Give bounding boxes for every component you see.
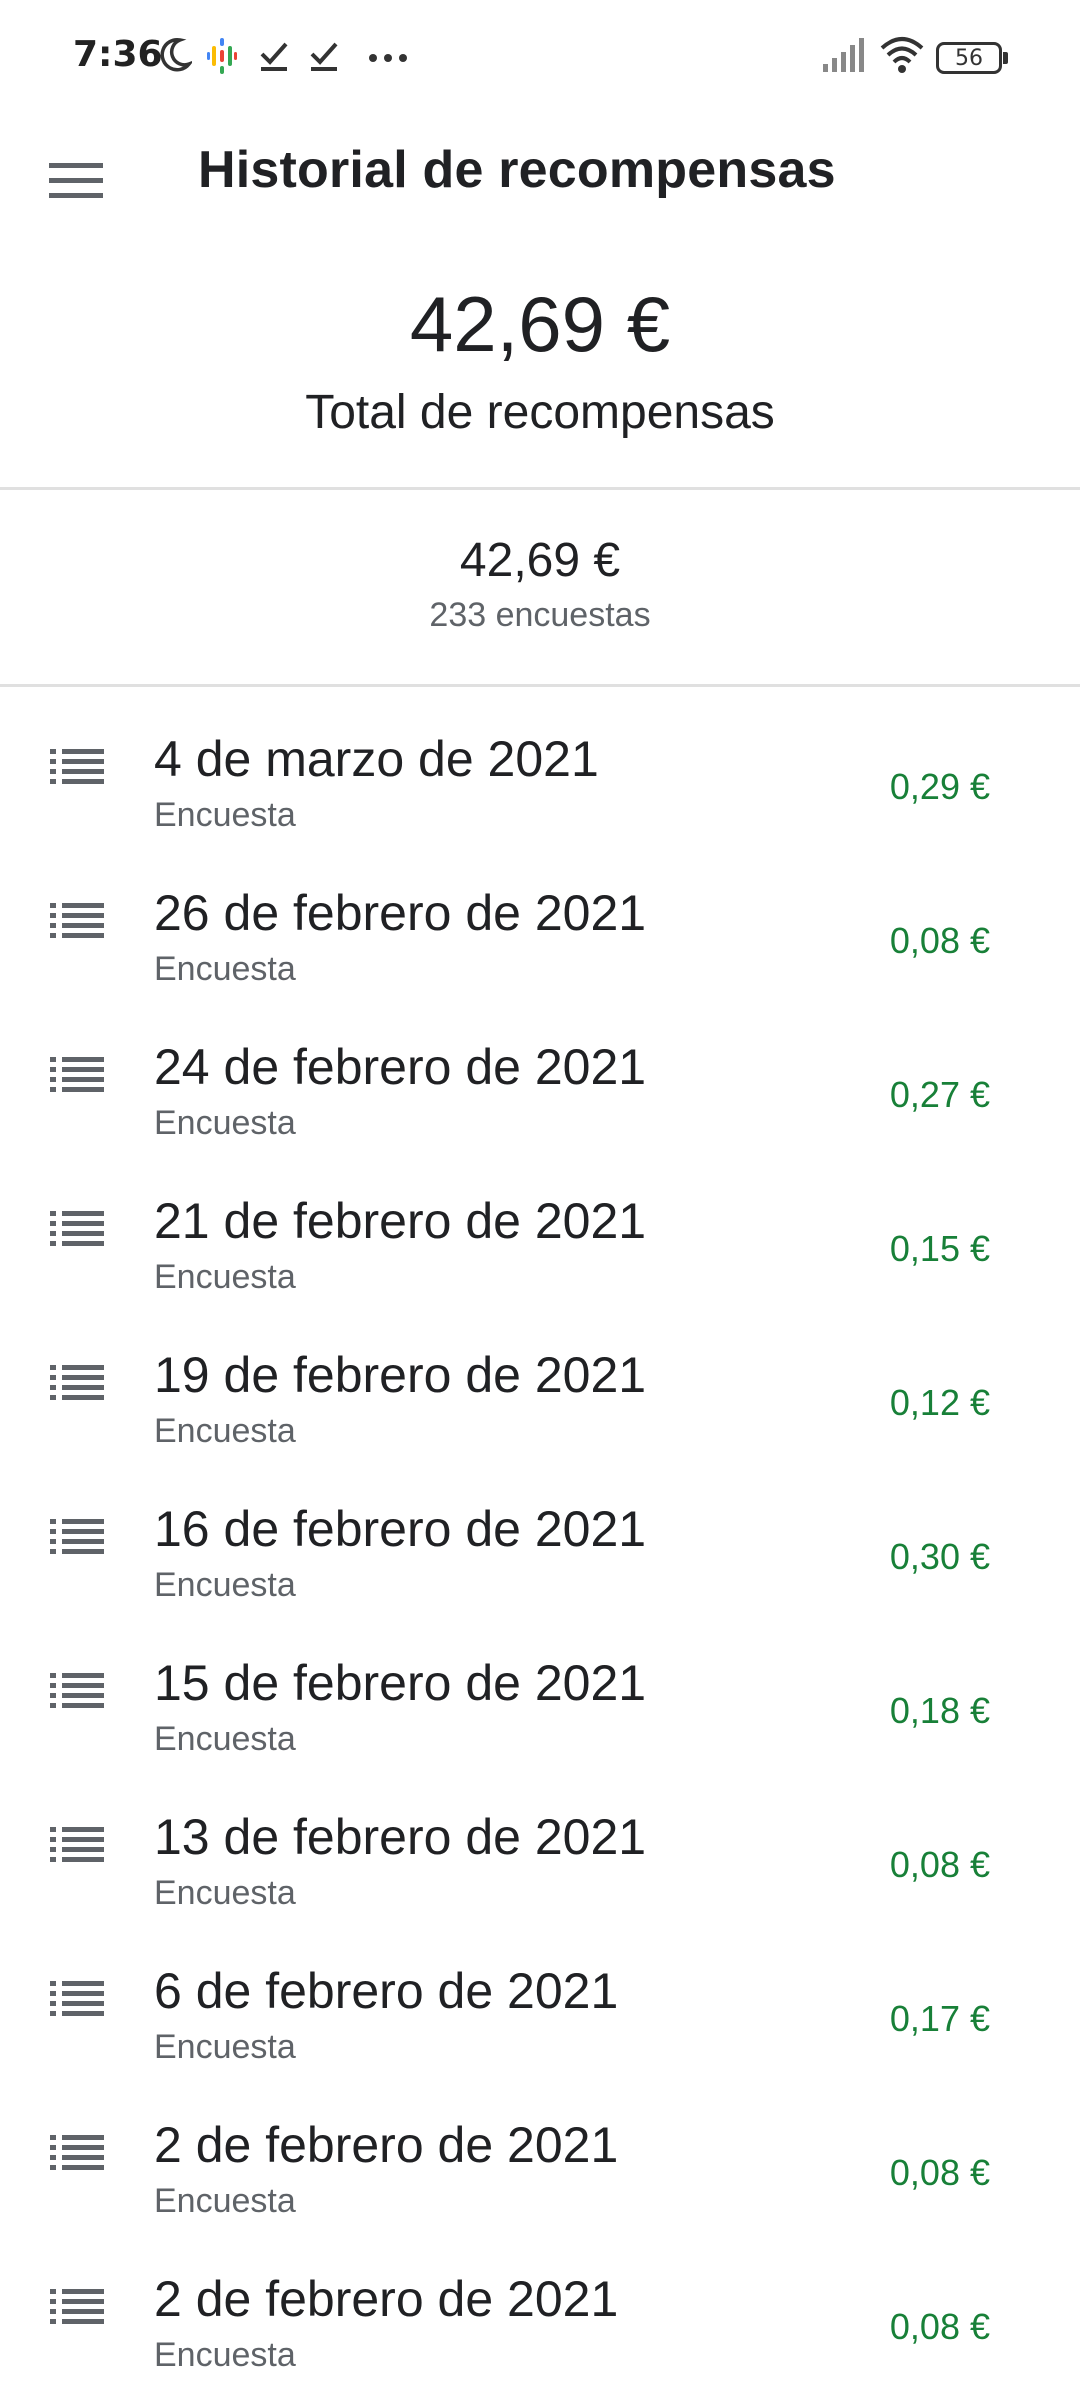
reward-amount: 0,08 € [889,1844,990,1885]
rewards-list: 4 de marzo de 2021 Encuesta 0,29 € 26 de… [0,690,1080,2384]
total-amount: 42,69 € [409,280,671,368]
reward-date: 2 de febrero de 2021 [154,2117,619,2173]
reward-type: Encuesta [154,950,296,988]
reward-date: 21 de febrero de 2021 [154,1193,647,1249]
list-icon [50,903,104,938]
list-icon [50,1365,104,1400]
reward-date: 13 de febrero de 2021 [154,1809,647,1865]
list-icon [50,1673,104,1708]
reward-date: 15 de febrero de 2021 [154,1655,647,1711]
status-bar: 7:36 56 [0,0,1080,120]
divider [0,684,1080,687]
list-item[interactable]: 15 de febrero de 2021 Encuesta 0,18 € [0,1614,1080,1768]
reward-type: Encuesta [154,2182,296,2220]
reward-date: 4 de marzo de 2021 [154,731,599,787]
reward-type: Encuesta [154,1566,296,1604]
summary-amount: 42,69 € [459,534,621,587]
reward-amount: 0,08 € [889,2306,990,2347]
battery-level: 56 [955,46,983,71]
reward-amount: 0,08 € [889,920,990,961]
reward-type: Encuesta [154,1258,296,1296]
divider [0,487,1080,490]
check-icon [260,42,288,71]
list-icon [50,1057,104,1092]
reward-amount: 0,29 € [889,766,990,807]
battery-icon: 56 [936,42,1008,74]
reward-date: 19 de febrero de 2021 [154,1347,647,1403]
survey-count: 233 encuestas [429,595,651,634]
list-item[interactable]: 19 de febrero de 2021 Encuesta 0,12 € [0,1306,1080,1460]
reward-type: Encuesta [154,2336,296,2374]
moon-icon [160,37,192,72]
google-podcasts-icon [207,38,237,74]
reward-amount: 0,18 € [889,1690,990,1731]
list-icon [50,1519,104,1554]
menu-button[interactable] [34,139,118,223]
check-icon [310,42,338,71]
list-icon [50,2135,104,2170]
reward-amount: 0,12 € [889,1382,990,1423]
total-label: Total de recompensas [305,386,775,439]
list-item[interactable]: 4 de marzo de 2021 Encuesta 0,29 € [0,690,1080,844]
reward-type: Encuesta [154,1104,296,1142]
list-item[interactable]: 16 de febrero de 2021 Encuesta 0,30 € [0,1460,1080,1614]
more-dots-icon [369,54,407,62]
reward-type: Encuesta [154,1874,296,1912]
hamburger-menu-icon [49,163,103,198]
reward-amount: 0,08 € [889,2152,990,2193]
signal-icon [823,38,864,72]
list-item[interactable]: 6 de febrero de 2021 Encuesta 0,17 € [0,1922,1080,2076]
list-item[interactable]: 13 de febrero de 2021 Encuesta 0,08 € [0,1768,1080,1922]
wifi-icon [880,37,924,73]
list-item[interactable]: 2 de febrero de 2021 Encuesta 0,08 € [0,2230,1080,2384]
reward-type: Encuesta [154,1412,296,1450]
reward-type: Encuesta [154,1720,296,1758]
reward-amount: 0,27 € [889,1074,990,1115]
reward-date: 26 de febrero de 2021 [154,885,647,941]
list-icon [50,1827,104,1862]
reward-amount: 0,17 € [889,1998,990,2039]
app-bar: Historial de recompensas [0,120,1080,220]
list-icon [50,749,104,784]
list-item[interactable]: 21 de febrero de 2021 Encuesta 0,15 € [0,1152,1080,1306]
reward-date: 2 de febrero de 2021 [154,2271,619,2327]
reward-type: Encuesta [154,796,296,834]
page-title: Historial de recompensas [198,141,836,199]
list-icon [50,1981,104,2016]
total-rewards-block: 42,69 € Total de recompensas [0,285,1080,440]
list-item[interactable]: 26 de febrero de 2021 Encuesta 0,08 € [0,844,1080,998]
reward-amount: 0,15 € [889,1228,990,1269]
list-icon [50,2289,104,2324]
status-time: 7:36 [73,34,163,75]
reward-type: Encuesta [154,2028,296,2066]
reward-date: 16 de febrero de 2021 [154,1501,647,1557]
reward-date: 6 de febrero de 2021 [154,1963,619,2019]
list-item[interactable]: 24 de febrero de 2021 Encuesta 0,27 € [0,998,1080,1152]
reward-amount: 0,30 € [889,1536,990,1577]
summary-block: 42,69 € 233 encuestas [0,534,1080,635]
reward-date: 24 de febrero de 2021 [154,1039,647,1095]
list-item[interactable]: 2 de febrero de 2021 Encuesta 0,08 € [0,2076,1080,2230]
list-icon [50,1211,104,1246]
